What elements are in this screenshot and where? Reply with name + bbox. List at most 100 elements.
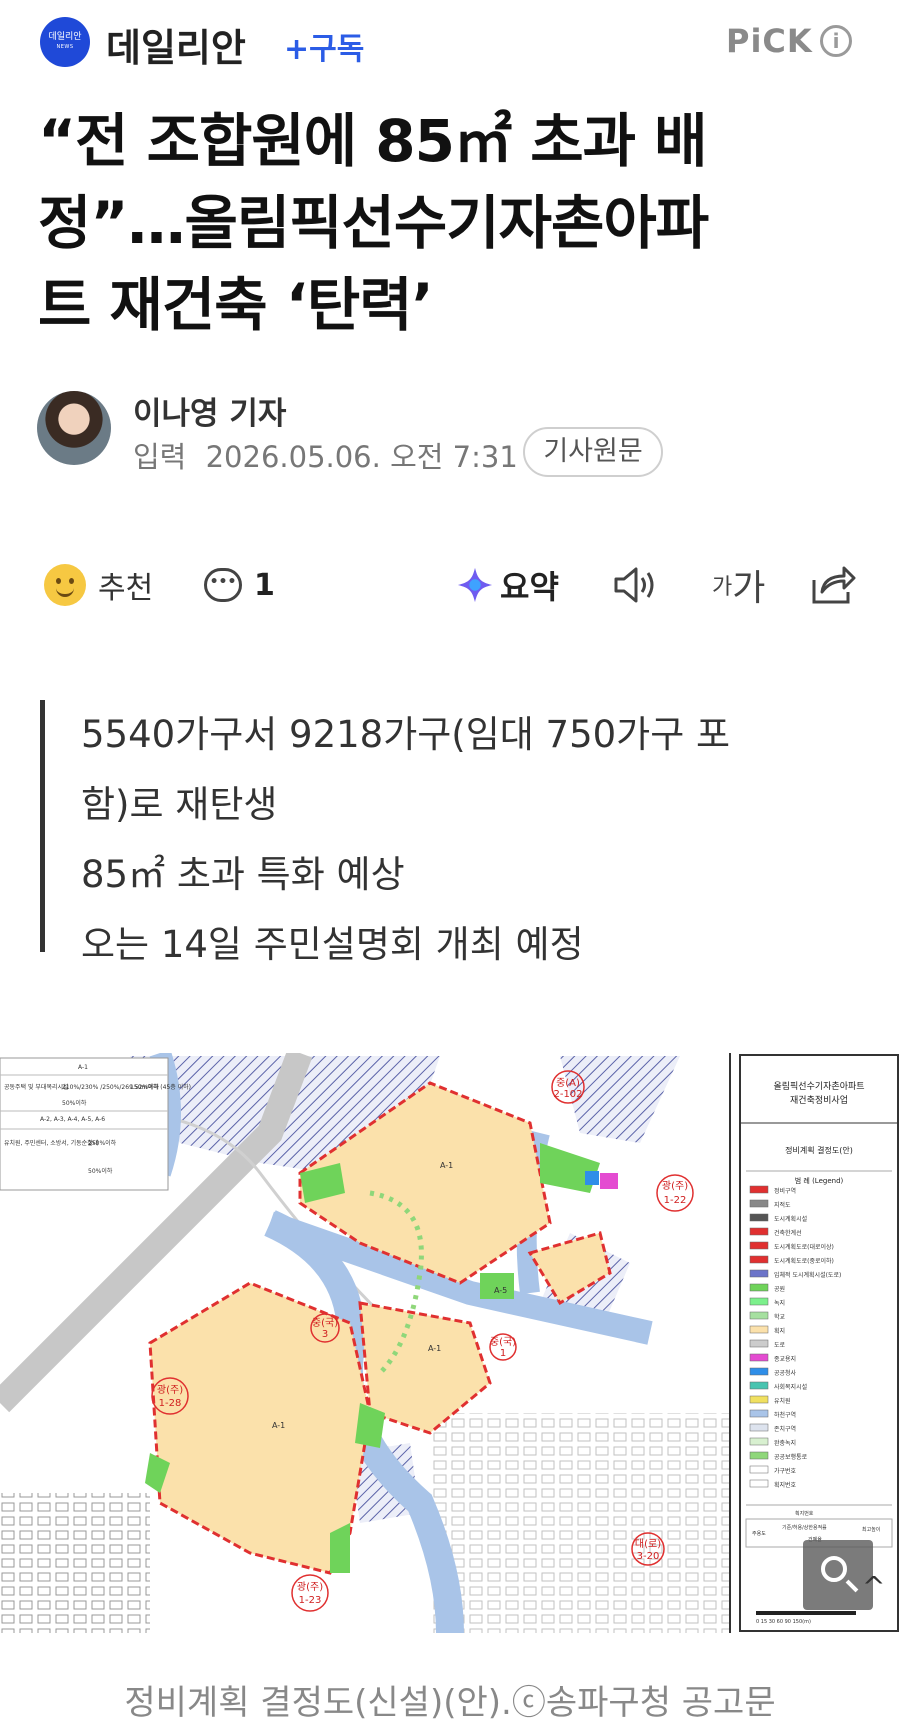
summary-line-2: 함)로 재탄생 <box>81 783 278 826</box>
legend-swatch <box>749 1451 769 1460</box>
block-label: A-1 <box>440 1161 453 1170</box>
article-headline: “전 조합원에 85㎡ 초과 배 정”…올림픽선수기자촌아파 트 재건축 ‘탄력… <box>38 100 868 346</box>
legend-swatch <box>749 1479 769 1488</box>
legend-swatch <box>749 1241 769 1250</box>
legend-item: 획지번호 <box>774 1481 797 1489</box>
tts-button[interactable] <box>612 555 660 615</box>
site-plan-map: A-1 A-1 A-1 A-5 중(A) 2-102 광(주) 1-22 중(국… <box>0 1053 900 1633</box>
summary-button[interactable]: 요약 <box>456 555 559 615</box>
table-cell: 공동주택 및 부대복리시설 <box>4 1083 69 1091</box>
table-cell: 250%이하 <box>88 1139 117 1147</box>
legend-item: 지적도 <box>774 1201 791 1209</box>
legend-item: 하천구역 <box>774 1411 796 1419</box>
legend-item: 공원 <box>774 1285 785 1293</box>
info-icon[interactable]: i <box>820 25 852 57</box>
subscribe-button[interactable]: +구독 <box>284 24 364 68</box>
block-label: A-1 <box>272 1421 285 1430</box>
legend-swatch <box>749 1269 769 1278</box>
legend-footer-label: 획지번호 <box>795 1510 814 1517</box>
road-label: 중(A) <box>556 1077 580 1089</box>
road-label: 1-22 <box>664 1195 687 1206</box>
legend-item: 도시계획도로(대로이상) <box>774 1243 834 1251</box>
legend-swatch <box>749 1283 769 1292</box>
road-label: 대(로) <box>635 1538 661 1550</box>
legend-item: 종교용지 <box>774 1355 796 1363</box>
headline-line-1: “전 조합원에 85㎡ 초과 배 <box>38 107 707 175</box>
road-label: 1-28 <box>159 1398 182 1409</box>
legend-swatch <box>749 1367 769 1376</box>
smile-icon <box>44 564 86 606</box>
legend-item: 유치원 <box>774 1397 791 1405</box>
logo-sub: NEWS <box>56 44 74 50</box>
date-label: 입력 <box>133 440 187 474</box>
road-label: 중(국) <box>312 1317 338 1329</box>
recommend-label: 추천 <box>98 571 154 606</box>
legend-swatch <box>749 1339 769 1348</box>
legend-item: 존치구역 <box>774 1425 796 1433</box>
legend-swatch <box>749 1395 769 1404</box>
action-bar: 추천 ••• 1 요약 가가 <box>0 555 900 615</box>
top-bar: 데일리안 NEWS 데일리안 +구독 PiCK i <box>0 0 900 86</box>
legend-swatch <box>749 1213 769 1222</box>
legend-footer-label: 주용도 <box>752 1531 766 1537</box>
speaker-icon <box>614 567 654 603</box>
legend-item: 공공보행통로 <box>774 1453 808 1461</box>
legend-item: 도시계획시설 <box>774 1215 807 1223</box>
font-large-label: 가 <box>732 568 766 609</box>
legend-swatch <box>749 1353 769 1362</box>
publish-date: 입력 2026.05.06. 오전 7:31 <box>133 434 518 476</box>
legend-item: 정비구역 <box>774 1187 796 1195</box>
legend-item: 입체적 도시계획시설(도로) <box>774 1271 841 1279</box>
legend-swatch <box>749 1255 769 1264</box>
table-header: A-2, A-3, A-4, A-5, A-6 <box>40 1116 105 1123</box>
road-label: 2-102 <box>553 1089 582 1100</box>
table-cell: 150m이하 (45층 이하) <box>130 1083 191 1091</box>
legend-item: 완충녹지 <box>774 1439 796 1447</box>
road-label: 3 <box>322 1329 328 1340</box>
image-caption: 정비계획 결정도(신설)(안).ⓒ송파구청 공고문 <box>124 1683 776 1723</box>
road-label: 광(주) <box>297 1581 323 1593</box>
font-size-button[interactable]: 가가 <box>712 555 765 615</box>
legend-swatch <box>749 1381 769 1390</box>
original-article-button[interactable]: 기사원문 <box>523 427 663 477</box>
share-button[interactable] <box>810 555 856 615</box>
legend-item: 공공청사 <box>774 1369 797 1377</box>
publisher-name[interactable]: 데일리안 <box>106 17 246 72</box>
author-name[interactable]: 이나영 기자 <box>133 388 286 433</box>
legend-swatch <box>749 1227 769 1236</box>
legend-header: 범 례 (Legend) <box>795 1176 844 1185</box>
road-label: 광(주) <box>157 1384 183 1396</box>
summary-line-1: 5540가구서 9218가구(임대 750가구 포 <box>81 713 731 756</box>
sparkle-icon <box>457 567 493 603</box>
summary-quote: 5540가구서 9218가구(임대 750가구 포 함)로 재탄생 85㎡ 초과… <box>40 700 865 966</box>
plan-title: 정비계획 결정도(안) <box>785 1145 853 1155</box>
road-label: 광(주) <box>662 1180 688 1192</box>
comment-button[interactable]: ••• 1 <box>204 555 275 615</box>
legend-footer-label: 최고높이 <box>862 1526 880 1533</box>
share-icon <box>812 566 856 604</box>
chevron-up-icon[interactable]: ^ <box>862 1570 885 1603</box>
legend-item: 가구번호 <box>774 1467 797 1475</box>
legend-footer-label: 기준/허용/상한용적률 <box>782 1524 827 1531</box>
legend-swatch <box>749 1325 769 1334</box>
legend-swatch <box>749 1311 769 1320</box>
scale-label: 0 15 30 60 90 150(m) <box>756 1619 811 1625</box>
legend-title-1: 올림픽선수기자촌아파트 <box>773 1080 864 1092</box>
logo-text: 데일리안 <box>48 32 82 42</box>
recommend-button[interactable]: 추천 <box>44 555 153 615</box>
block-label: A-1 <box>428 1344 441 1353</box>
road-label: 3-20 <box>637 1551 660 1562</box>
comment-count: 1 <box>254 567 275 603</box>
summary-line-3: 85㎡ 초과 특화 예상 <box>81 853 405 896</box>
author-avatar[interactable] <box>37 391 111 465</box>
table-cell: 50%이하 <box>88 1167 113 1175</box>
site-plan-image[interactable]: A-1 A-1 A-1 A-5 중(A) 2-102 광(주) 1-22 중(국… <box>0 1053 900 1633</box>
publisher-logo[interactable]: 데일리안 NEWS <box>40 17 90 67</box>
table-cell: 50%이하 <box>62 1099 87 1107</box>
legend-swatch <box>749 1297 769 1306</box>
font-small-label: 가 <box>712 575 733 600</box>
date-value: 2026.05.06. 오전 7:31 <box>205 440 518 474</box>
headline-line-3: 트 재건축 ‘탄력’ <box>38 271 434 339</box>
headline-line-2: 정”…올림픽선수기자촌아파 <box>38 189 709 257</box>
legend-item: 사회복지시설 <box>774 1383 807 1391</box>
